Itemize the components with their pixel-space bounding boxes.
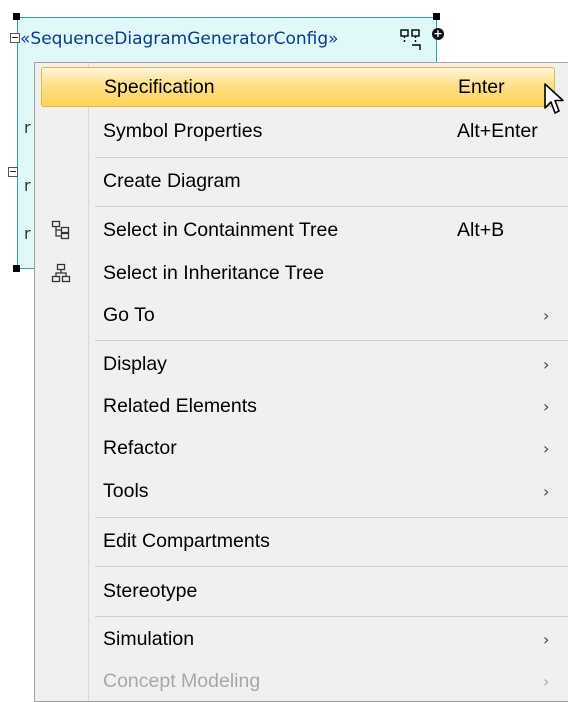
menu-item-label: Specification bbox=[104, 75, 215, 98]
mouse-pointer-icon bbox=[544, 83, 564, 114]
menu-item-shortcut: Alt+Enter bbox=[457, 119, 538, 142]
menu-item-edit-compartments[interactable]: Edit Compartments bbox=[35, 521, 568, 561]
menu-item-label: Tools bbox=[103, 479, 149, 502]
menu-separator bbox=[95, 517, 568, 518]
menu-item-shortcut: Enter bbox=[458, 75, 505, 98]
containment-tree-icon bbox=[51, 220, 70, 240]
context-menu: Specification Enter Symbol Properties Al… bbox=[34, 62, 568, 702]
selection-handle-top-left[interactable] bbox=[13, 13, 20, 20]
chevron-right-icon: › bbox=[543, 481, 550, 501]
compartment-expander-icon[interactable] bbox=[8, 167, 18, 177]
menu-item-label: Simulation bbox=[103, 627, 195, 650]
menu-item-label: Symbol Properties bbox=[103, 119, 263, 142]
menu-separator bbox=[95, 157, 568, 158]
menu-item-refactor[interactable]: Refactor › bbox=[35, 428, 568, 468]
menu-separator bbox=[95, 566, 568, 567]
menu-separator bbox=[95, 340, 568, 341]
chevron-right-icon: › bbox=[543, 629, 550, 649]
menu-item-tools[interactable]: Tools › bbox=[35, 471, 568, 511]
compartment-row-text: r bbox=[24, 224, 31, 243]
chevron-right-icon: › bbox=[543, 671, 550, 691]
menu-item-shortcut: Alt+B bbox=[457, 218, 505, 241]
compartment-row-text: r bbox=[24, 176, 31, 195]
menu-item-label: Create Diagram bbox=[103, 169, 241, 192]
menu-item-stereotype[interactable]: Stereotype bbox=[35, 571, 568, 611]
menu-item-label: Refactor bbox=[103, 436, 177, 459]
stereotype-title: «SequenceDiagramGeneratorConfig» bbox=[20, 29, 339, 49]
menu-item-label: Select in Inheritance Tree bbox=[103, 261, 325, 284]
menu-item-label: Go To bbox=[103, 303, 155, 326]
menu-item-create-diagram[interactable]: Create Diagram bbox=[35, 161, 568, 201]
menu-item-specification[interactable]: Specification Enter bbox=[41, 67, 555, 107]
menu-item-label: Related Elements bbox=[103, 394, 257, 417]
menu-item-label: Edit Compartments bbox=[103, 529, 270, 552]
chevron-right-icon: › bbox=[543, 354, 550, 374]
menu-item-label: Display bbox=[103, 352, 167, 375]
chevron-right-icon: › bbox=[543, 305, 550, 325]
menu-item-label: Stereotype bbox=[103, 579, 198, 602]
menu-item-symbol-properties[interactable]: Symbol Properties Alt+Enter bbox=[35, 111, 568, 151]
menu-item-select-in-inheritance-tree[interactable]: Select in Inheritance Tree bbox=[35, 253, 568, 293]
selection-handle-top-right[interactable] bbox=[433, 13, 440, 20]
chevron-right-icon: › bbox=[543, 438, 550, 458]
collapse-expander-icon[interactable] bbox=[10, 33, 20, 43]
chevron-right-icon: › bbox=[543, 396, 550, 416]
menu-item-label: Select in Containment Tree bbox=[103, 218, 339, 241]
compartment-row-text: r bbox=[24, 118, 31, 137]
inheritance-tree-icon bbox=[51, 263, 71, 283]
selection-handle-bottom-left[interactable] bbox=[13, 265, 20, 272]
menu-item-concept-modeling: Concept Modeling › bbox=[35, 661, 568, 701]
menu-item-simulation[interactable]: Simulation › bbox=[35, 619, 568, 659]
menu-separator bbox=[95, 616, 568, 617]
menu-item-display[interactable]: Display › bbox=[35, 344, 568, 384]
structure-icon[interactable] bbox=[398, 28, 426, 52]
menu-separator bbox=[95, 206, 568, 207]
menu-item-related-elements[interactable]: Related Elements › bbox=[35, 386, 568, 426]
menu-item-go-to[interactable]: Go To › bbox=[35, 295, 568, 335]
add-element-icon[interactable]: + bbox=[432, 28, 444, 40]
menu-item-label: Concept Modeling bbox=[103, 669, 261, 692]
menu-item-select-in-containment-tree[interactable]: Select in Containment Tree Alt+B bbox=[35, 210, 568, 250]
